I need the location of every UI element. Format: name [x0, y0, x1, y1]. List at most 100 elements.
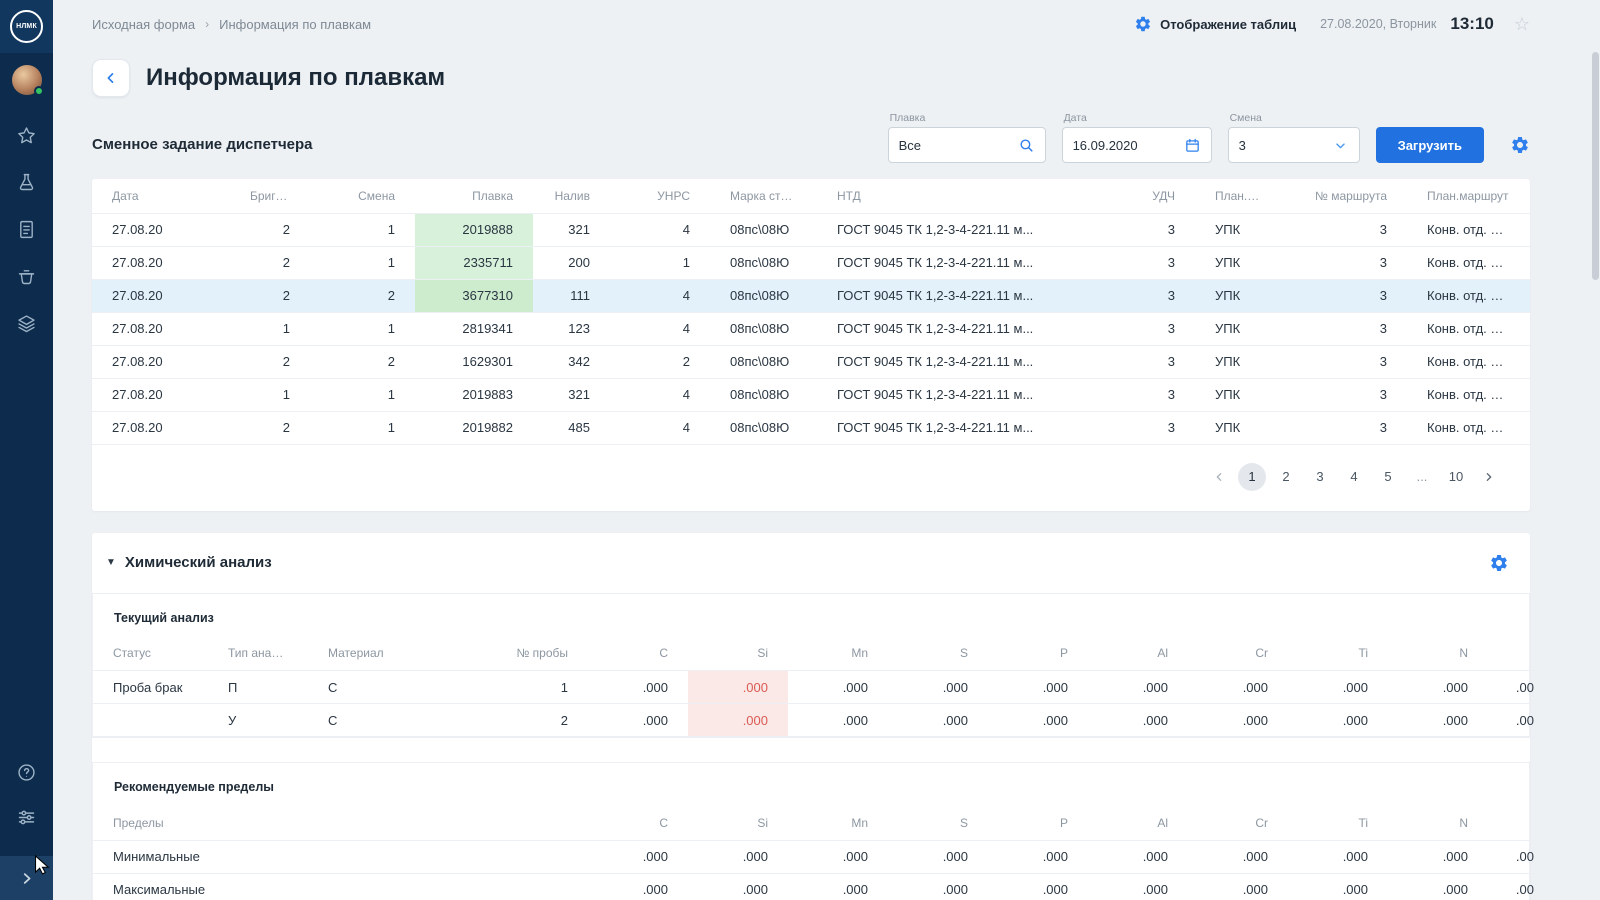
table-row[interactable]: 27.08.20 1 1 2019883 321 4 08пс\08Ю ГОСТ 9045 Т… [92, 378, 1530, 412]
table-settings-gear-icon[interactable] [1510, 135, 1530, 155]
favorites-icon[interactable] [16, 125, 37, 146]
column-header: Пределы [93, 806, 588, 841]
pagination-page[interactable]: 5 [1374, 463, 1402, 491]
topbar-right: Отображение таблиц 27.08.2020, Вторник 1… [1134, 14, 1530, 35]
table-row[interactable]: 27.08.20 2 2 3677310 111 4 08пс\08Ю ГОСТ 9045 Т… [92, 279, 1530, 313]
table-row[interactable]: 27.08.20 2 1 2019882 485 4 08пс\08Ю ГОСТ 9045 Т… [92, 411, 1530, 445]
pagination-page[interactable]: 3 [1306, 463, 1334, 491]
settings-sliders-icon[interactable] [16, 807, 37, 828]
pagination-page[interactable]: 4 [1340, 463, 1368, 491]
table-cell: 27.08.20 [92, 411, 230, 445]
table-row[interactable]: Минимальные .000.000.000.000.000.000.000.… [93, 840, 1536, 874]
recommended-limits-panel: Рекомендуемые пределы Пределы C Si Mn S P Al Cr… [92, 762, 1536, 900]
column-header: УДЧ [1107, 179, 1195, 214]
chemical-settings-gear-icon[interactable] [1489, 553, 1509, 573]
pagination-page[interactable]: 10 [1442, 463, 1470, 491]
table-row[interactable]: 27.08.20 2 1 2335711 200 1 08пс\08Ю ГОСТ 9045 Т… [92, 246, 1530, 280]
table-cell: 1 [230, 378, 310, 412]
pagination-pages: 1 2 3 4 5... 10 [1238, 462, 1470, 491]
recommended-limits-body: Минимальные .000.000.000.000.000.000.000.… [93, 840, 1536, 900]
column-header: План.маршрут [1407, 179, 1530, 214]
table-cell: ГОСТ 9045 ТК 1,2-3-4-221.11 м... [817, 411, 1107, 445]
table-cell: .000 [1388, 703, 1488, 737]
table-cell: 08пс\08Ю [710, 345, 817, 379]
table-row[interactable]: Проба брак П С 1.000.000.000.000.000.000.00… [93, 670, 1536, 704]
column-header: Al [1088, 636, 1188, 671]
recommended-limits-table: Пределы C Si Mn S P Al Cr Ti N Минимальные .000.00… [93, 806, 1536, 900]
table-cell: 4 [610, 279, 710, 313]
table-cell: УПК [1195, 279, 1287, 313]
ladle-icon[interactable] [16, 266, 37, 287]
table-row[interactable]: 27.08.20 2 2 1629301 342 2 08пс\08Ю ГОСТ 9045 Т… [92, 345, 1530, 379]
table-cell: 342 [533, 345, 610, 379]
table-cell: 3 [1287, 279, 1407, 313]
table-cell: 1 [458, 670, 588, 704]
table-cell: Конв. отд. КЦ-2 [1407, 279, 1530, 313]
table-row[interactable]: 27.08.20 2 1 2019888 321 4 08пс\08Ю ГОСТ 9045 Т… [92, 213, 1530, 247]
favorite-star-icon[interactable]: ☆ [1514, 14, 1530, 35]
table-cell: 1 [310, 246, 415, 280]
chevron-left-icon [1216, 472, 1222, 481]
pagination-prev[interactable] [1206, 464, 1232, 490]
date-filter-value: 16.09.2020 [1072, 137, 1138, 153]
recommended-limits-title: Рекомендуемые пределы [114, 780, 274, 794]
document-icon[interactable] [16, 219, 37, 240]
tables-display-button[interactable]: Отображение таблиц [1134, 15, 1296, 33]
column-header: Ti [1288, 806, 1388, 841]
column-header: Плавка [415, 179, 533, 214]
melt-filter-input[interactable]: Все [887, 127, 1046, 163]
lab-flask-icon[interactable] [16, 172, 37, 193]
sidebar-expand[interactable] [0, 856, 53, 900]
recommended-limits-header: Пределы C Si Mn S P Al Cr Ti N [93, 806, 1536, 841]
dispatcher-table: Дата Бригада Смена Плавка Налив УНРС Марка ста… [92, 179, 1530, 445]
table-row[interactable]: У С 2.000.000.000.000.000.000.000.000.000.… [93, 703, 1536, 737]
table-cell: .00 [1488, 670, 1536, 704]
table-cell: Конв. отд. КЦ-2 [1407, 312, 1530, 346]
table-cell: УПК [1195, 246, 1287, 280]
table-cell: .000 [688, 703, 788, 737]
current-analysis-title: Текущий анализ [114, 610, 214, 625]
table-cell: ГОСТ 9045 ТК 1,2-3-4-221.11 м... [817, 345, 1107, 379]
table-cell: 111 [533, 279, 610, 313]
help-icon[interactable] [16, 762, 37, 783]
pagination-page[interactable]: 1 [1238, 462, 1266, 491]
avatar[interactable] [11, 65, 44, 96]
date-filter-input[interactable]: 16.09.2020 [1061, 127, 1212, 163]
table-cell: 4 [610, 411, 710, 445]
layers-icon[interactable] [16, 313, 37, 334]
table-cell: Конв. отд. КЦ-2 [1407, 246, 1530, 280]
table-cell: .000 [888, 703, 988, 737]
page-scrollbar[interactable] [1591, 0, 1600, 900]
table-cell: .000 [1388, 840, 1488, 874]
chemical-collapse-toggle[interactable]: ▼ Химический анализ [106, 554, 272, 571]
column-header: C [588, 806, 688, 841]
calendar-icon[interactable] [1184, 137, 1201, 154]
table-cell: 1 [310, 378, 415, 412]
shift-filter-select[interactable]: 3 [1227, 127, 1360, 163]
scrollbar-thumb[interactable] [1592, 52, 1599, 280]
table-cell: 27.08.20 [92, 246, 230, 280]
table-cell: 1 [610, 246, 710, 280]
search-icon[interactable] [1018, 137, 1035, 154]
table-cell: 3 [1287, 345, 1407, 379]
pagination-next[interactable] [1476, 464, 1502, 490]
column-header: C [588, 636, 688, 671]
table-cell: 2 [230, 279, 310, 313]
dispatcher-table-body: 27.08.20 2 1 2019888 321 4 08пс\08Ю ГОСТ 9045 Т… [92, 213, 1530, 445]
chevron-left-icon [107, 73, 114, 83]
column-header [1488, 806, 1536, 841]
table-row[interactable]: Максимальные .000.000.000.000.000.000.000… [93, 873, 1536, 900]
breadcrumb-home[interactable]: Исходная форма [92, 17, 195, 32]
table-row[interactable]: 27.08.20 1 1 2819341 123 4 08пс\08Ю ГОСТ 9045 Т… [92, 312, 1530, 346]
column-header: Cr [1188, 806, 1288, 841]
column-header: УНРС [610, 179, 710, 214]
load-button[interactable]: Загрузить [1375, 127, 1484, 163]
table-cell: УПК [1195, 411, 1287, 445]
table-cell [93, 703, 208, 737]
table-cell: Конв. отд. КЦ-2 [1407, 213, 1530, 247]
back-button[interactable] [92, 59, 130, 97]
table-cell: 4 [610, 378, 710, 412]
online-status-dot [33, 86, 44, 96]
pagination-page[interactable]: 2 [1272, 463, 1300, 491]
table-cell: 1 [310, 213, 415, 247]
